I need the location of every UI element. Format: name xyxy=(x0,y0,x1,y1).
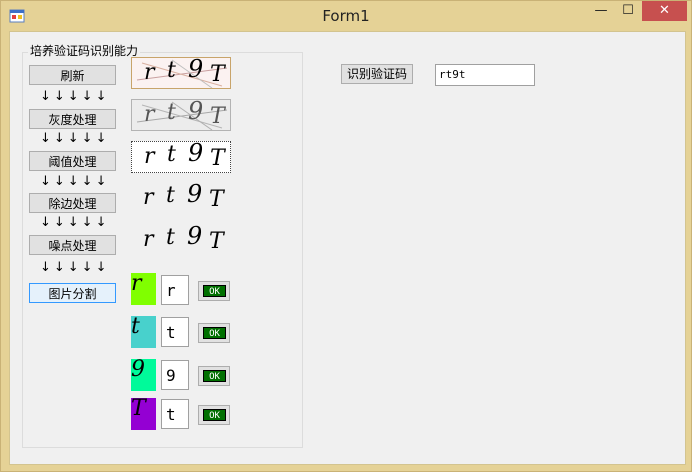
ok-label: OK xyxy=(203,327,226,339)
captcha-char: 9 xyxy=(187,222,203,250)
captcha-char: r xyxy=(144,60,155,85)
captcha-char: 9 xyxy=(187,180,203,208)
captcha-grayscale-image: r t 9 T xyxy=(131,97,231,131)
split-image-button[interactable]: 图片分割 xyxy=(29,283,116,303)
arrow-row-3: ↓↓↓↓↓ xyxy=(40,174,110,189)
captcha-char: T xyxy=(210,104,225,129)
arrow-row-1: ↓↓↓↓↓ xyxy=(40,89,110,104)
ok-label: OK xyxy=(203,409,226,421)
captcha-char: t xyxy=(167,58,176,83)
captcha-char: 9 xyxy=(188,139,204,167)
segment-input-2[interactable]: t xyxy=(161,317,189,347)
captcha-char: r xyxy=(143,185,154,210)
captcha-char: r xyxy=(143,227,154,252)
captcha-char: r xyxy=(144,102,155,127)
ok-button-2[interactable]: OK xyxy=(198,323,230,343)
segment-input-1[interactable]: r xyxy=(161,275,189,305)
ok-button-3[interactable]: OK xyxy=(198,366,230,386)
captcha-char: 9 xyxy=(188,55,204,83)
captcha-char: T xyxy=(210,146,225,171)
captcha-char: 9 xyxy=(188,97,204,125)
ok-label: OK xyxy=(203,285,226,297)
groupbox-title: 培养验证码识别能力 xyxy=(28,42,141,59)
captcha-char: T xyxy=(209,229,224,254)
captcha-char: t xyxy=(166,225,175,250)
arrow-row-4: ↓↓↓↓↓ xyxy=(40,215,110,230)
segment-char: t xyxy=(131,316,140,339)
recognize-captcha-button[interactable]: 识别验证码 xyxy=(341,64,413,84)
ok-button-1[interactable]: OK xyxy=(198,281,230,301)
ok-label: OK xyxy=(203,370,226,382)
remove-border-button[interactable]: 除边处理 xyxy=(29,193,116,213)
captcha-original-image: r t 9 T xyxy=(131,55,231,89)
captcha-char: t xyxy=(167,100,176,125)
close-button[interactable]: ✕ xyxy=(642,1,687,21)
recognition-result-field[interactable]: rt9t xyxy=(435,64,535,86)
captcha-border-removed-image: r t 9 T xyxy=(131,180,231,215)
segment-image-3: 9 xyxy=(131,359,156,391)
segment-image-4: T xyxy=(131,398,156,430)
segment-char: r xyxy=(131,273,142,296)
refresh-button[interactable]: 刷新 xyxy=(29,65,116,85)
captcha-char: t xyxy=(167,142,176,167)
maximize-button[interactable]: ☐ xyxy=(614,1,642,21)
arrow-row-5: ↓↓↓↓↓ xyxy=(40,260,110,275)
arrow-row-2: ↓↓↓↓↓ xyxy=(40,131,110,146)
segment-char: 9 xyxy=(131,359,145,382)
segment-image-2: t xyxy=(131,316,156,348)
segment-image-1: r xyxy=(131,273,156,305)
segment-input-4[interactable]: t xyxy=(161,399,189,429)
ok-button-4[interactable]: OK xyxy=(198,405,230,425)
segment-input-3[interactable]: 9 xyxy=(161,360,189,390)
grayscale-button[interactable]: 灰度处理 xyxy=(29,109,116,129)
captcha-char: T xyxy=(210,62,225,87)
form-window: Form1 — ☐ ✕ 培养验证码识别能力 刷新 ↓↓↓↓↓ 灰度处理 ↓↓↓↓… xyxy=(0,0,692,472)
captcha-char: r xyxy=(144,144,155,169)
captcha-threshold-image: r t 9 T xyxy=(131,139,231,173)
title-bar[interactable]: Form1 — ☐ ✕ xyxy=(1,1,691,31)
segment-char: T xyxy=(131,398,146,421)
captcha-denoised-image: r t 9 T xyxy=(131,222,231,257)
captcha-char: T xyxy=(209,187,224,212)
captcha-char: t xyxy=(166,183,175,208)
denoise-button[interactable]: 噪点处理 xyxy=(29,235,116,255)
minimize-button[interactable]: — xyxy=(587,1,615,21)
client-area: 培养验证码识别能力 刷新 ↓↓↓↓↓ 灰度处理 ↓↓↓↓↓ 阈值处理 ↓↓↓↓↓… xyxy=(9,31,686,465)
threshold-button[interactable]: 阈值处理 xyxy=(29,151,116,171)
